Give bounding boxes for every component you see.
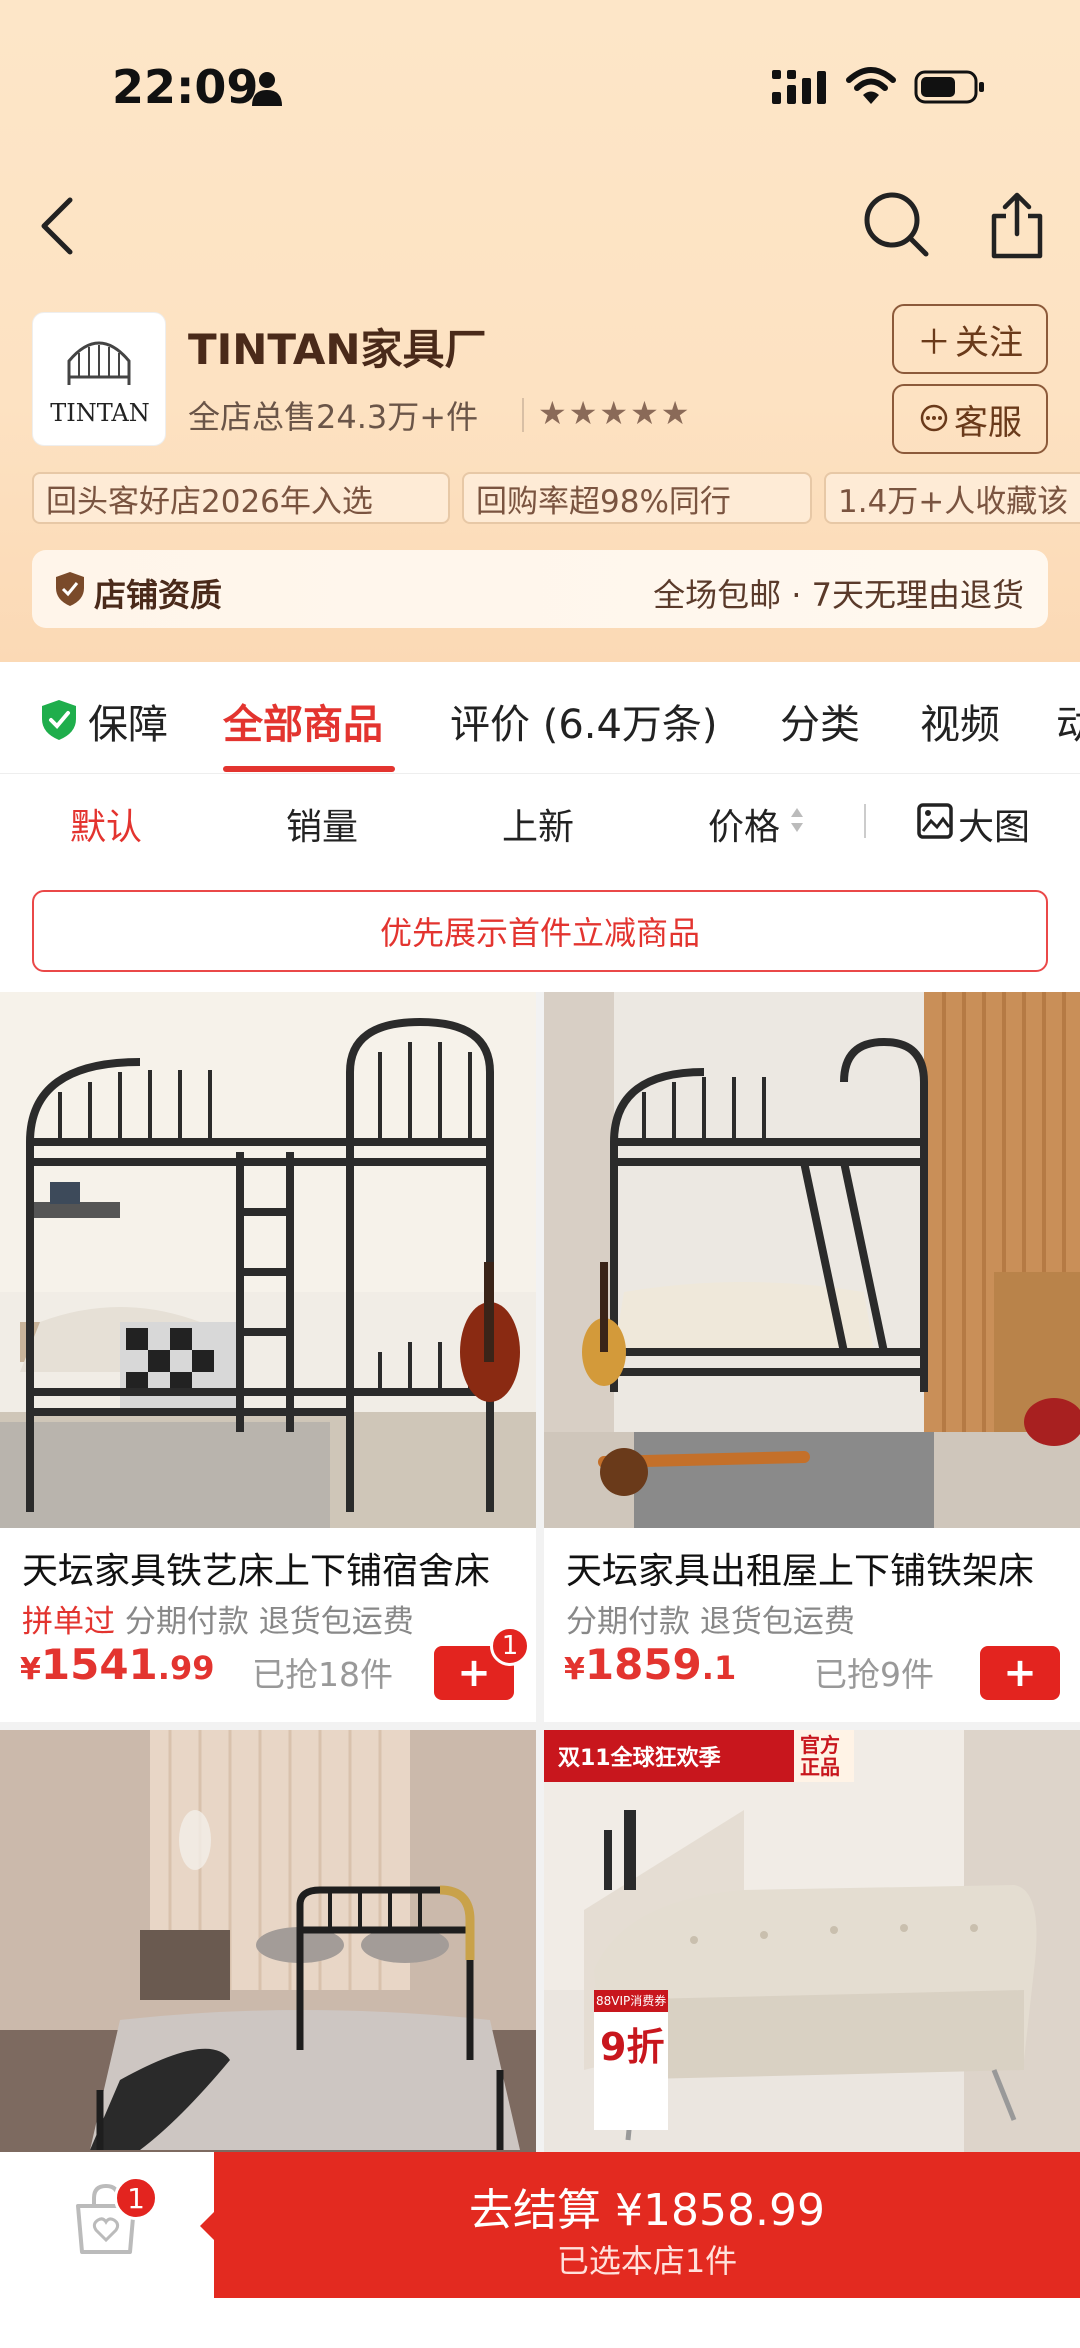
tab-categories[interactable]: 分类 xyxy=(780,692,860,750)
follow-button[interactable]: ＋关注 xyxy=(892,304,1048,374)
sort-large-view[interactable]: 大图 xyxy=(958,798,1030,850)
product-tags: 分期付款 退货包运费 xyxy=(566,1604,855,1640)
status-time: 22:09 xyxy=(112,60,259,114)
sort-bar: 默认 销量 上新 价格 大图 xyxy=(0,774,1080,866)
sort-price[interactable]: 价格 xyxy=(708,798,780,850)
product-title: 天坛家具铁艺床上下铺宿舍床 xyxy=(22,1551,491,1592)
large-image-view-icon xyxy=(917,803,953,839)
status-bar: 22:09 xyxy=(0,0,1080,180)
sort-sales[interactable]: 销量 xyxy=(286,798,358,850)
store-tabs: 保障 全部商品 评价 (6.4万条) 分类 视频 动 xyxy=(0,662,1080,774)
bed-logo-icon xyxy=(67,341,131,385)
tab-videos[interactable]: 视频 xyxy=(920,692,1000,750)
sort-caret-icon xyxy=(791,808,803,832)
product-image-bunk-bed-1 xyxy=(0,992,536,1528)
official-genuine-tag: 官方正品 xyxy=(800,1733,840,1779)
service-tags: 分期付款 退货包运费 xyxy=(124,1604,414,1640)
checkout-total: 去结算 ¥1858.99 xyxy=(469,2185,825,2236)
store-name[interactable]: TINTAN家具厂 xyxy=(188,316,486,377)
product-card[interactable]: 天坛家具铁艺床上下铺宿舍床 拼单过 分期付款 退货包运费 ¥1541.99 已抢… xyxy=(0,992,536,1722)
cellular-signal-icon xyxy=(772,70,826,104)
chip-repeat-customer[interactable]: 回头客好店2026年入选 xyxy=(32,472,450,524)
divider xyxy=(522,398,524,432)
store-logo-text: TINTAN xyxy=(50,399,150,427)
wifi-icon xyxy=(846,67,896,104)
product-price: ¥1859.1 xyxy=(564,1640,737,1689)
store-logo[interactable]: TINTAN xyxy=(32,312,166,446)
back-icon[interactable] xyxy=(30,190,90,262)
tab-reviews[interactable]: 评价 (6.4万条) xyxy=(450,692,718,750)
product-tags: 拼单过 分期付款 退货包运费 xyxy=(22,1596,414,1641)
sort-newest[interactable]: 上新 xyxy=(502,798,574,850)
product-image-metal-bed xyxy=(0,1730,536,2160)
promo-section: 优先展示首件立减商品 xyxy=(0,866,1080,992)
checkout-button[interactable]: 去结算 ¥1858.99 已选本店1件 xyxy=(214,2152,1080,2298)
tab-all-products[interactable]: 全部商品 xyxy=(223,692,383,750)
cart-quantity-badge: 1 xyxy=(490,1626,530,1666)
share-icon[interactable] xyxy=(988,190,1046,262)
shield-icon xyxy=(56,572,84,606)
guarantee-shield-icon xyxy=(42,700,76,740)
chat-bubble-icon xyxy=(920,404,948,432)
checkout-notch xyxy=(200,2212,214,2240)
add-to-cart-button[interactable]: + xyxy=(980,1646,1060,1700)
shipping-return-policy: 全场包邮 · 7天无理由退货 xyxy=(653,576,1024,614)
store-qualification-bar[interactable]: 店铺资质 全场包邮 · 7天无理由退货 xyxy=(32,550,1048,628)
sort-default[interactable]: 默认 xyxy=(70,798,142,850)
product-title: 天坛家具出租屋上下铺铁架床 xyxy=(566,1551,1035,1592)
cart-count-badge: 1 xyxy=(114,2176,158,2220)
product-card[interactable] xyxy=(0,1730,536,2160)
group-buy-tag: 拼单过 xyxy=(22,1604,115,1640)
battery-icon xyxy=(914,70,984,104)
chip-favorites[interactable]: 1.4万+人收藏该 xyxy=(824,472,1080,524)
qualification-label: 店铺资质 xyxy=(94,576,223,614)
promo-banner-label: 双11全球狂欢季 xyxy=(558,1746,721,1771)
active-tab-indicator xyxy=(223,766,395,772)
divider xyxy=(864,804,866,838)
coupon-small-label: 88VIP消费券 xyxy=(596,1994,667,2008)
priority-discount-banner[interactable]: 优先展示首件立减商品 xyxy=(32,890,1048,972)
sold-count: 已抢9件 xyxy=(814,1655,934,1694)
coupon-discount: 9折 xyxy=(600,2025,665,2069)
chip-repurchase[interactable]: 回购率超98%同行 xyxy=(462,472,812,524)
tab-guarantee[interactable]: 保障 xyxy=(88,692,168,750)
product-card[interactable]: 双11全球狂欢季 官方正品 88VIP消费券 9折 xyxy=(544,1730,1080,2160)
follow-label: 关注 xyxy=(955,322,1023,363)
product-image-bunk-bed-2 xyxy=(544,992,1080,1528)
sold-count: 已抢18件 xyxy=(252,1655,393,1694)
plus-icon: ＋ xyxy=(917,322,951,363)
customer-service-button[interactable]: 客服 xyxy=(892,384,1048,454)
store-highlight-chips: 回头客好店2026年入选 回购率超98%同行 1.4万+人收藏该 xyxy=(32,472,1080,528)
product-image-sofa-bed xyxy=(544,1730,1080,2160)
person-icon xyxy=(252,72,282,106)
checkout-selected-count: 已选本店1件 xyxy=(556,2242,738,2280)
store-sales: 全店总售24.3万+件 xyxy=(188,398,479,436)
service-label: 客服 xyxy=(954,402,1022,443)
tab-more[interactable]: 动 xyxy=(1056,692,1080,750)
store-rating-stars: ★★★★★ xyxy=(538,394,692,432)
search-icon[interactable] xyxy=(862,190,932,260)
product-price: ¥1541.99 xyxy=(20,1640,215,1689)
product-card[interactable]: 天坛家具出租屋上下铺铁架床 分期付款 退货包运费 ¥1859.1 已抢9件 + xyxy=(544,992,1080,1722)
